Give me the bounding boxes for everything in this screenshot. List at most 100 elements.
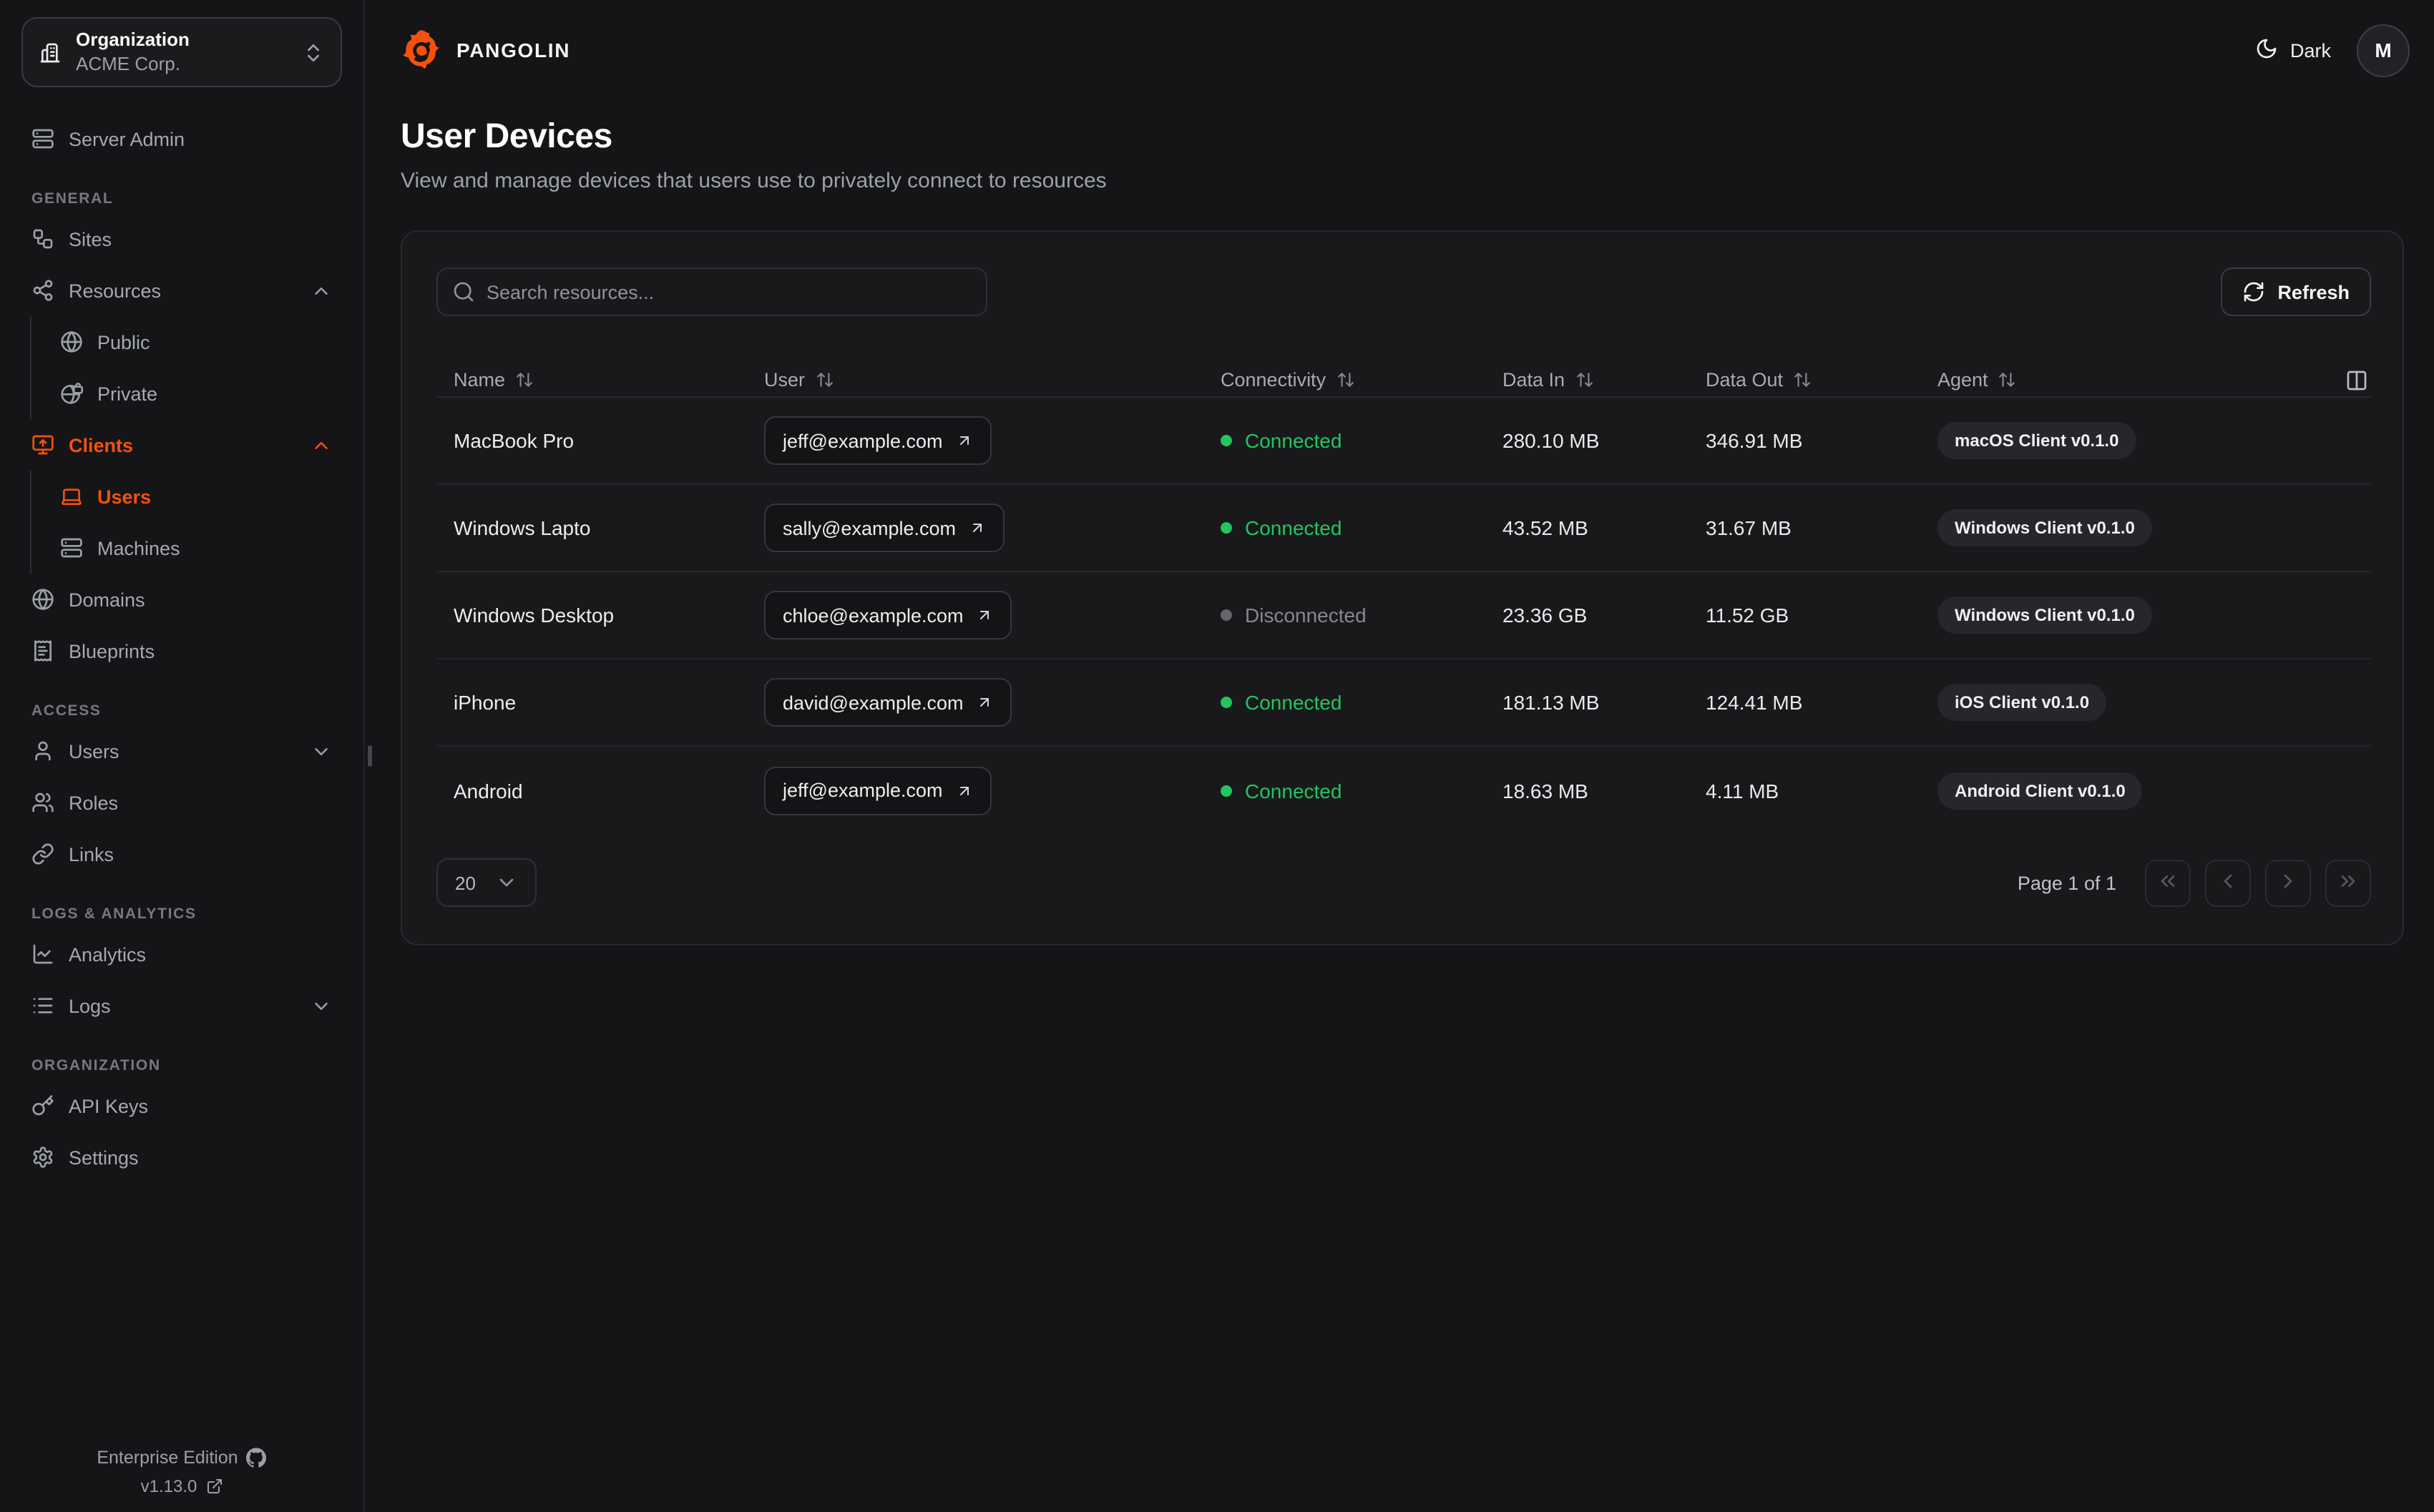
page-title: User Devices bbox=[401, 117, 612, 156]
pagination: 20 Page 1 of 1 bbox=[436, 858, 2371, 907]
column-header-agent[interactable]: Agent bbox=[1937, 369, 2331, 391]
status-label: Connected bbox=[1245, 691, 1342, 714]
data-out: 124.41 MB bbox=[1706, 691, 1803, 714]
sort-icon bbox=[1575, 370, 1593, 389]
subgroup-clients: Users Machines bbox=[30, 471, 346, 574]
sidebar-item-users[interactable]: Users bbox=[31, 471, 346, 522]
sidebar-item-resources[interactable]: Resources bbox=[17, 265, 346, 316]
chart-line-icon bbox=[31, 943, 54, 966]
chevron-left-icon bbox=[2216, 869, 2239, 896]
data-in: 43.52 MB bbox=[1502, 516, 1588, 539]
sidebar-item-blueprints[interactable]: Blueprints bbox=[17, 625, 346, 677]
topbar-right: Dark M bbox=[2256, 24, 2410, 77]
column-header-name[interactable]: Name bbox=[454, 369, 764, 391]
sidebar-item-label: Domains bbox=[69, 589, 145, 610]
device-name: Android bbox=[454, 779, 523, 802]
brand[interactable]: PANGOLIN bbox=[401, 29, 570, 72]
pangolin-logo-icon bbox=[403, 30, 440, 69]
prev-page-button[interactable] bbox=[2205, 859, 2251, 906]
device-name: Windows Desktop bbox=[454, 604, 615, 627]
agent-badge: Android Client v0.1.0 bbox=[1937, 772, 2143, 809]
user-email: jeff@example.com bbox=[783, 780, 943, 801]
data-in: 18.63 MB bbox=[1502, 779, 1588, 802]
column-header-label: Agent bbox=[1937, 369, 1988, 391]
user-link-button[interactable]: sally@example.com bbox=[764, 504, 1005, 552]
arrow-up-right-icon bbox=[977, 607, 994, 624]
chevron-down-icon bbox=[311, 995, 332, 1016]
globe-lock-icon bbox=[60, 382, 83, 405]
chevron-down-icon bbox=[495, 871, 518, 894]
sidebar-item-label: Server Admin bbox=[69, 128, 185, 149]
section-label-organization: ORGANIZATION bbox=[31, 1057, 161, 1074]
sidebar-item-roles[interactable]: Roles bbox=[17, 777, 346, 828]
panel-resize-handle[interactable] bbox=[368, 745, 372, 767]
sidebar-item-clients[interactable]: Clients bbox=[17, 419, 346, 471]
sidebar-item-domains[interactable]: Domains bbox=[17, 574, 346, 625]
sidebar-item-private[interactable]: Private bbox=[31, 368, 346, 419]
search-input[interactable] bbox=[436, 267, 987, 316]
first-page-button[interactable] bbox=[2145, 859, 2191, 906]
device-name: Windows Lapto bbox=[454, 516, 591, 539]
org-selector[interactable]: Organization ACME Corp. bbox=[21, 17, 342, 87]
refresh-button[interactable]: Refresh bbox=[2220, 267, 2371, 316]
sidebar-item-logs[interactable]: Logs bbox=[17, 980, 346, 1031]
status-label: Disconnected bbox=[1245, 604, 1367, 627]
edition-link[interactable]: Enterprise Edition bbox=[0, 1448, 363, 1468]
sidebar-item-links[interactable]: Links bbox=[17, 828, 346, 880]
section-label-access: ACCESS bbox=[31, 702, 102, 720]
sidebar-item-analytics[interactable]: Analytics bbox=[17, 928, 346, 980]
sidebar-item-users[interactable]: Users bbox=[17, 725, 346, 777]
sort-icon bbox=[1336, 370, 1354, 389]
page-size-select[interactable]: 20 bbox=[436, 858, 537, 907]
next-page-button[interactable] bbox=[2265, 859, 2311, 906]
pager-controls: Page 1 of 1 bbox=[2018, 859, 2371, 906]
chevron-up-icon bbox=[311, 434, 332, 456]
chevron-up-icon bbox=[311, 280, 332, 301]
table-body: MacBook Pro jeff@example.com Connected 280.… bbox=[436, 398, 2371, 834]
column-header-user[interactable]: User bbox=[764, 369, 1221, 391]
devices-card: Refresh Name User Connectivity Data In Data … bbox=[401, 230, 2404, 946]
connectivity-status: Connected bbox=[1221, 516, 1502, 539]
refresh-icon bbox=[2242, 280, 2264, 303]
user-link-button[interactable]: jeff@example.com bbox=[764, 766, 992, 815]
section-label-general: GENERAL bbox=[31, 190, 114, 207]
page-info: Page 1 of 1 bbox=[2017, 872, 2116, 893]
column-settings-button[interactable] bbox=[2342, 365, 2371, 394]
data-in: 280.10 MB bbox=[1502, 429, 1600, 452]
table-row: MacBook Pro jeff@example.com Connected 280.… bbox=[436, 398, 2371, 485]
column-header-data-in[interactable]: Data In bbox=[1502, 369, 1706, 391]
column-header-connectivity[interactable]: Connectivity bbox=[1221, 369, 1502, 391]
user-link-button[interactable]: david@example.com bbox=[764, 678, 1012, 727]
user-email: jeff@example.com bbox=[783, 430, 943, 451]
sort-icon bbox=[815, 370, 834, 389]
status-label: Connected bbox=[1245, 516, 1342, 539]
sidebar-item-public[interactable]: Public bbox=[31, 316, 346, 368]
list-icon bbox=[31, 994, 54, 1017]
sidebar-item-machines[interactable]: Machines bbox=[31, 522, 346, 574]
edition-label: Enterprise Edition bbox=[97, 1448, 238, 1468]
org-selector-text: Organization ACME Corp. bbox=[76, 29, 288, 76]
search-wrap bbox=[436, 267, 987, 316]
sidebar-item-sites[interactable]: Sites bbox=[17, 213, 346, 265]
sidebar-item-label: Private bbox=[97, 383, 158, 404]
status-dot bbox=[1221, 697, 1232, 708]
user-link-button[interactable]: chloe@example.com bbox=[764, 591, 1012, 639]
status-dot bbox=[1221, 609, 1232, 621]
version-link[interactable]: v1.13.0 bbox=[0, 1476, 363, 1496]
theme-toggle[interactable]: Dark bbox=[2256, 36, 2331, 64]
last-page-button[interactable] bbox=[2325, 859, 2371, 906]
brand-name: PANGOLIN bbox=[456, 39, 571, 62]
app: Organization ACME Corp. Server Admin GENE… bbox=[0, 0, 2434, 1512]
sites-icon bbox=[31, 227, 54, 250]
user-link-button[interactable]: jeff@example.com bbox=[764, 416, 992, 465]
column-header-data-out[interactable]: Data Out bbox=[1706, 369, 1937, 391]
user-email: david@example.com bbox=[783, 692, 964, 713]
sidebar-item-settings[interactable]: Settings bbox=[17, 1131, 346, 1183]
column-header-label: Connectivity bbox=[1221, 369, 1326, 391]
avatar[interactable]: M bbox=[2357, 24, 2410, 77]
user-email: chloe@example.com bbox=[783, 604, 964, 626]
sidebar-item-server-admin[interactable]: Server Admin bbox=[17, 113, 346, 165]
page-header: User Devices View and manage devices tha… bbox=[401, 117, 2434, 193]
table-row: Windows Desktop chloe@example.com Disconne… bbox=[436, 572, 2371, 659]
sidebar-item-api-keys[interactable]: API Keys bbox=[17, 1080, 346, 1131]
